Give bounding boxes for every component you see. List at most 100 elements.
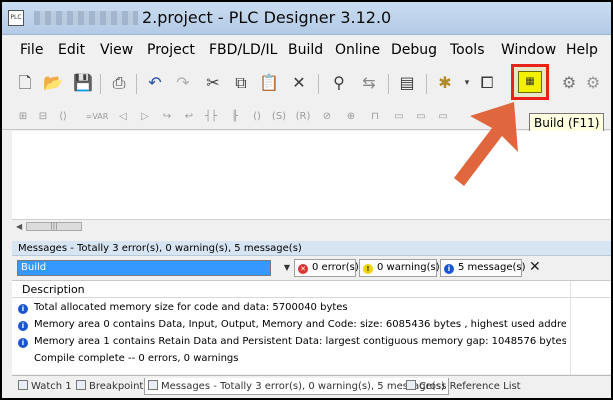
error-icon: ✕ (298, 264, 308, 274)
toolbar-separator (426, 74, 427, 94)
chevron-down-icon[interactable]: ▾ (456, 72, 478, 94)
add-object-icon[interactable]: ✱ (434, 72, 456, 94)
comment-icon[interactable]: ▭ (412, 108, 430, 126)
tab-label: Cross Reference List (419, 381, 521, 392)
build-tooltip: Build (F11) (529, 113, 605, 133)
tab-label: Breakpoints (89, 381, 149, 392)
menu-online[interactable]: Online (335, 42, 380, 58)
list-item[interactable]: i Memory area 0 contains Data, Input, Out… (18, 317, 566, 333)
info-icon: i (18, 304, 28, 314)
tab-label: Watch 1 (31, 381, 72, 392)
scroll-left-icon[interactable]: ◀ (16, 222, 22, 231)
message-text: Total allocated memory size for code and… (34, 302, 348, 313)
build-icon: ▦ (518, 71, 542, 93)
list-item[interactable]: Compile complete -- 0 errors, 0 warnings (18, 351, 566, 367)
save-icon[interactable]: 💾 (72, 72, 94, 94)
chevron-down-icon[interactable]: ▼ (280, 260, 294, 276)
menu-project[interactable]: Project (147, 42, 195, 58)
menu-fbd-ld-il[interactable]: FBD/LD/IL (209, 42, 277, 58)
replace-icon[interactable]: ⇆ (358, 72, 380, 94)
menu-tools[interactable]: Tools (450, 42, 485, 58)
list-item[interactable]: i Total allocated memory size for code an… (18, 300, 566, 316)
message-source-select[interactable]: Build (17, 260, 271, 276)
clear-messages-icon[interactable]: ✕ (529, 259, 541, 275)
output-icon[interactable]: ▷ (136, 108, 154, 126)
negate-icon[interactable]: ⊘ (318, 108, 336, 126)
paste-icon[interactable]: 📋 (258, 72, 280, 94)
input-icon[interactable]: ◁ (114, 108, 132, 126)
box-en-icon[interactable]: ⟨⟩ (54, 108, 72, 126)
errors-filter-label: 0 error(s) (312, 262, 359, 273)
new-file-icon[interactable]: 🗋 (14, 72, 36, 94)
open-object-icon[interactable]: ⧠ (476, 72, 498, 94)
message-text: Memory area 1 contains Retain Data and P… (34, 336, 566, 347)
parallel-contact-icon[interactable]: ╟ (226, 108, 244, 126)
errors-filter-button[interactable]: ✕ 0 error(s) (294, 259, 359, 277)
editor-area[interactable] (12, 131, 611, 219)
open-folder-icon[interactable]: 📂 (42, 72, 64, 94)
menu-edit[interactable]: Edit (58, 42, 85, 58)
redo-icon[interactable]: ↷ (172, 72, 194, 94)
box-icon[interactable]: ⊟ (34, 108, 52, 126)
app-icon: PLC (8, 10, 24, 26)
tab-cross-reference-list[interactable]: Cross Reference List (406, 378, 521, 395)
cut-icon[interactable]: ✂ (202, 72, 224, 94)
menu-window[interactable]: Window (501, 42, 556, 58)
scroll-thumb[interactable]: ||| (26, 222, 82, 231)
description-column-header[interactable]: Description (12, 281, 611, 298)
find-icon[interactable]: ⚲ (328, 72, 350, 94)
reset-coil-icon[interactable]: (R) (294, 108, 312, 126)
menu-file[interactable]: File (20, 42, 43, 58)
message-text: Memory area 0 contains Data, Input, Outp… (34, 319, 566, 330)
tab-breakpoints[interactable]: Breakpoints (76, 378, 149, 395)
toolbar-separator (388, 74, 389, 94)
messages-icon (148, 380, 158, 390)
undo-icon[interactable]: ↶ (144, 72, 166, 94)
window-title: 2.project - PLC Designer 3.12.0 (142, 8, 392, 27)
toolbar-separator (318, 74, 319, 94)
print-icon[interactable]: ⎙ (108, 72, 130, 94)
menu-help[interactable]: Help (566, 42, 598, 58)
toolbar-separator (136, 74, 137, 94)
delete-icon[interactable]: ✕ (288, 72, 310, 94)
network-icon[interactable]: ⊞ (14, 108, 32, 126)
warnings-filter-button[interactable]: ! 0 warning(s) (359, 259, 440, 277)
gear-icon[interactable]: ⚙ (558, 72, 580, 94)
horizontal-scrollbar[interactable]: ◀ ||| (12, 219, 611, 233)
coil-icon[interactable]: () (248, 108, 266, 126)
edge-icon[interactable]: ⊕ (342, 108, 360, 126)
menu-view[interactable]: View (100, 42, 133, 58)
label-icon[interactable]: ▭ (390, 108, 408, 126)
messages-filter-row: Build ▼ ✕ 0 error(s) ! 0 warning(s) i 5 mes… (12, 257, 611, 279)
tab-watch-1[interactable]: Watch 1 (18, 378, 72, 395)
list-item[interactable]: i Memory area 1 contains Retain Data and … (18, 334, 566, 350)
callout-arrow (454, 102, 518, 186)
warnings-filter-label: 0 warning(s) (377, 262, 440, 273)
info-icon: i (18, 321, 28, 331)
bottom-tab-strip: Watch 1 Breakpoints Messages - Totally 3… (12, 375, 611, 396)
warning-icon: ! (363, 264, 373, 274)
messages-filter-button[interactable]: i 5 message(s) (440, 259, 526, 277)
set-coil-icon[interactable]: (S) (270, 108, 288, 126)
tab-label: Messages - Totally 3 error(s), 0 warning… (161, 381, 445, 392)
tab-messages[interactable]: Messages - Totally 3 error(s), 0 warning… (144, 378, 449, 395)
messages-panel-header: Messages - Totally 3 error(s), 0 warning… (12, 241, 611, 256)
info-icon: i (444, 264, 454, 274)
contact-icon[interactable]: ┤├ (202, 108, 220, 126)
copy-icon[interactable]: ⧉ (230, 72, 252, 94)
messages-filter-label: 5 message(s) (458, 262, 526, 273)
rebuild-icon[interactable]: ⚙ (582, 72, 604, 94)
menu-build[interactable]: Build (288, 42, 323, 58)
menu-bar: File Edit View Project FBD/LD/IL Build O… (2, 36, 611, 62)
title-bar: PLC 2.project - PLC Designer 3.12.0 (2, 2, 611, 35)
toolbar-separator (100, 74, 101, 94)
breakpoint-icon (76, 380, 86, 390)
clipboard-icon[interactable]: ▤ (396, 72, 418, 94)
column-divider (570, 281, 571, 375)
var-icon[interactable]: =VAR (82, 108, 112, 126)
jump-icon[interactable]: ↪ (158, 108, 176, 126)
build-button[interactable]: ▦ (511, 64, 549, 100)
branch-icon[interactable]: ⊓ (366, 108, 384, 126)
menu-debug[interactable]: Debug (391, 42, 437, 58)
return-icon[interactable]: ↩ (180, 108, 198, 126)
